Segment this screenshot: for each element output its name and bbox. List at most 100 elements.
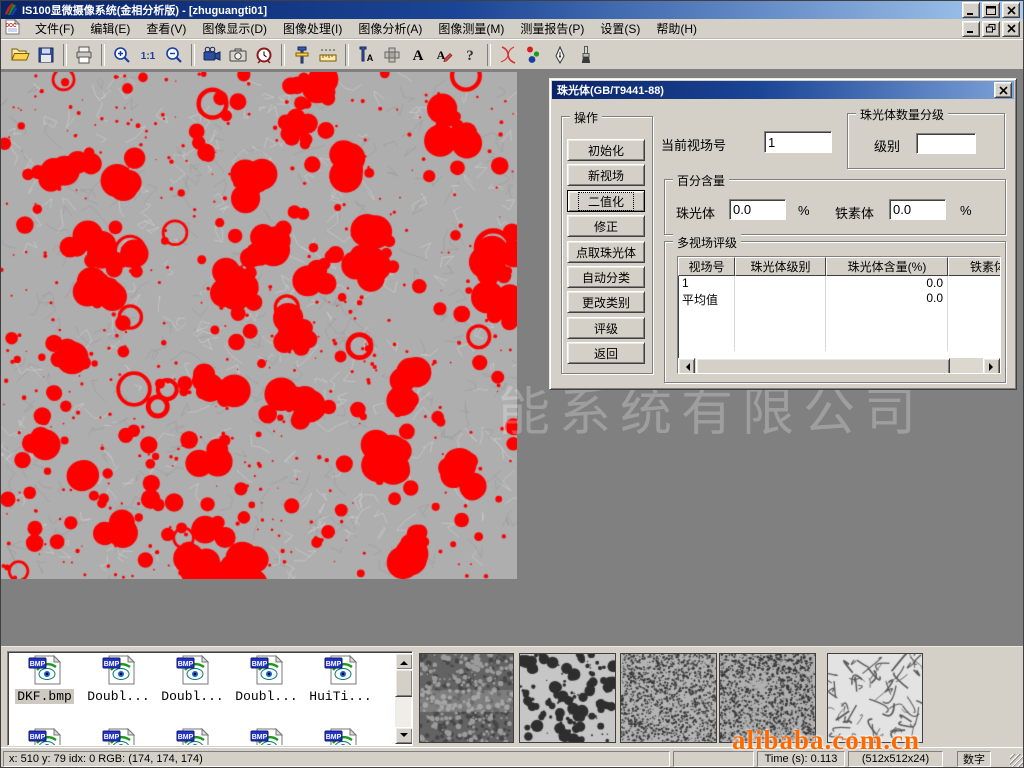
op-button-2[interactable]: 新视场 [567,164,645,186]
rating-table-row[interactable] [678,336,1000,351]
menu-item-3[interactable]: 查看(V) [138,18,194,39]
edit-text-icon[interactable]: A [431,42,457,67]
rating-table-cell: 0.0 [826,291,948,306]
bmp-file-icon: BMP [176,655,210,688]
ferrite-input[interactable] [889,199,946,220]
status-mode: 数字 [957,751,991,767]
menu-item-4[interactable]: 图像显示(D) [194,18,275,39]
op-button-label: 二值化 [578,192,634,211]
menu-item-10[interactable]: 帮助(H) [648,18,705,39]
bmp-file-icon: BMP [250,655,284,688]
file-item-2[interactable]: BMPDoubl... [86,655,151,704]
op-button-7[interactable]: 更改类别 [567,291,645,313]
mdi-close-button[interactable] [1002,21,1020,37]
scroll-up-button[interactable] [395,653,413,670]
operations-group-label: 操作 [570,109,602,126]
pen-icon[interactable] [547,42,573,67]
op-button-5[interactable]: 点取珠光体 [567,241,645,263]
bmp-file-icon: BMP [324,728,358,745]
thumbnail-2[interactable] [519,653,616,743]
pearlite-dialog: 珠光体(GB/T9441-88) 操作 初始化新视场二值化修正点取珠光体自动分类… [549,78,1017,390]
rating-table-hscrollbar[interactable] [678,358,1000,373]
hscroll-thumb[interactable] [696,358,950,374]
rating-table-row[interactable]: 平均值0.0 [678,291,1000,306]
thumbnail-4[interactable] [719,653,816,743]
video-camera-icon[interactable] [199,42,225,67]
rating-table-cell [948,321,1001,336]
close-button[interactable] [1002,2,1020,18]
op-button-6[interactable]: 自动分类 [567,266,645,288]
current-view-input[interactable] [764,131,832,153]
menu-item-2[interactable]: 编辑(E) [82,18,138,39]
file-item-5[interactable]: BMPHuiTi... [308,655,373,704]
open-icon[interactable] [7,42,33,67]
menu-item-7[interactable]: 图像测量(M) [430,18,512,39]
thumbnail-3[interactable] [620,653,717,743]
rating-table[interactable]: 视场号珠光体级别珠光体含量(%)铁素体10.0平均值0.0 [677,256,1001,374]
op-button-8[interactable]: 评级 [567,317,645,339]
caliper-icon[interactable] [289,42,315,67]
op-button-9[interactable]: 返回 [567,342,645,364]
svg-text:BMP: BMP [251,734,267,741]
print-icon[interactable] [71,42,97,67]
actual-size-icon[interactable]: 1:1 [135,42,161,67]
classify-dots-icon[interactable] [521,42,547,67]
op-button-1[interactable]: 初始化 [567,139,645,161]
file-list[interactable]: BMPDKF.bmpBMPDoubl...BMPDoubl...BMPDoubl… [7,651,413,746]
measure-text-icon[interactable]: A [353,42,379,67]
svg-text:BMP: BMP [103,734,119,741]
file-item-partial-5: BMP [308,728,373,745]
menu-item-1[interactable]: 文件(F) [27,18,82,39]
file-list-scrollbar[interactable] [395,653,411,744]
help-icon[interactable]: ? [457,42,483,67]
ruler-icon[interactable] [315,42,341,67]
curve-icon[interactable] [495,42,521,67]
op-button-label: 修正 [594,218,618,235]
rating-table-row[interactable]: 10.0 [678,276,1000,291]
hscroll-right-button[interactable] [983,358,1000,374]
hscroll-left-button[interactable] [678,358,695,374]
resize-grip[interactable] [1010,754,1023,767]
file-item-4[interactable]: BMPDoubl... [234,655,299,704]
zoom-in-icon[interactable] [109,42,135,67]
op-button-4[interactable]: 修正 [567,215,645,237]
rating-table-row[interactable] [678,306,1000,321]
grid-cross-icon[interactable] [379,42,405,67]
thumbnail-1[interactable] [419,653,514,743]
save-icon[interactable] [33,42,59,67]
mdi-minimize-button[interactable] [962,21,980,37]
app-icon [4,2,18,19]
brush-icon[interactable] [573,42,599,67]
file-item-3[interactable]: BMPDoubl... [160,655,225,704]
rating-table-row[interactable] [678,321,1000,336]
document-icon[interactable]: DOC [4,19,21,38]
clock-icon[interactable] [251,42,277,67]
rating-table-header: 珠光体级别 [735,257,826,276]
rating-table-cell [735,321,826,336]
zoom-out-icon[interactable] [161,42,187,67]
menu-item-6[interactable]: 图像分析(A) [350,18,430,39]
menu-item-9[interactable]: 设置(S) [592,18,648,39]
op-button-3[interactable]: 二值化 [567,190,645,212]
thumbnail-5[interactable] [827,653,923,743]
bmp-file-icon: BMP [102,655,136,688]
camera-icon[interactable] [225,42,251,67]
text-icon[interactable]: A [405,42,431,67]
scroll-thumb[interactable] [395,669,413,697]
micrograph-image[interactable] [1,72,517,579]
rating-table-cell: 1 [678,276,735,291]
minimize-button[interactable] [962,2,980,18]
maximize-button[interactable] [982,2,1000,18]
mdi-restore-button[interactable] [982,21,1000,37]
current-view-label: 当前视场号 [661,135,726,154]
op-button-label: 自动分类 [582,269,630,286]
grade-input[interactable] [916,133,976,154]
file-list-next-row: BMPBMPBMPBMPBMP [12,728,373,745]
menu-item-8[interactable]: 测量报告(P) [512,18,592,39]
dialog-close-button[interactable] [994,82,1012,98]
scroll-down-button[interactable] [395,727,413,744]
menu-item-5[interactable]: 图像处理(I) [275,18,350,39]
dialog-title-bar[interactable]: 珠光体(GB/T9441-88) [552,81,1014,99]
file-item-1[interactable]: BMPDKF.bmp [12,655,77,704]
pearlite-input[interactable] [729,199,786,220]
